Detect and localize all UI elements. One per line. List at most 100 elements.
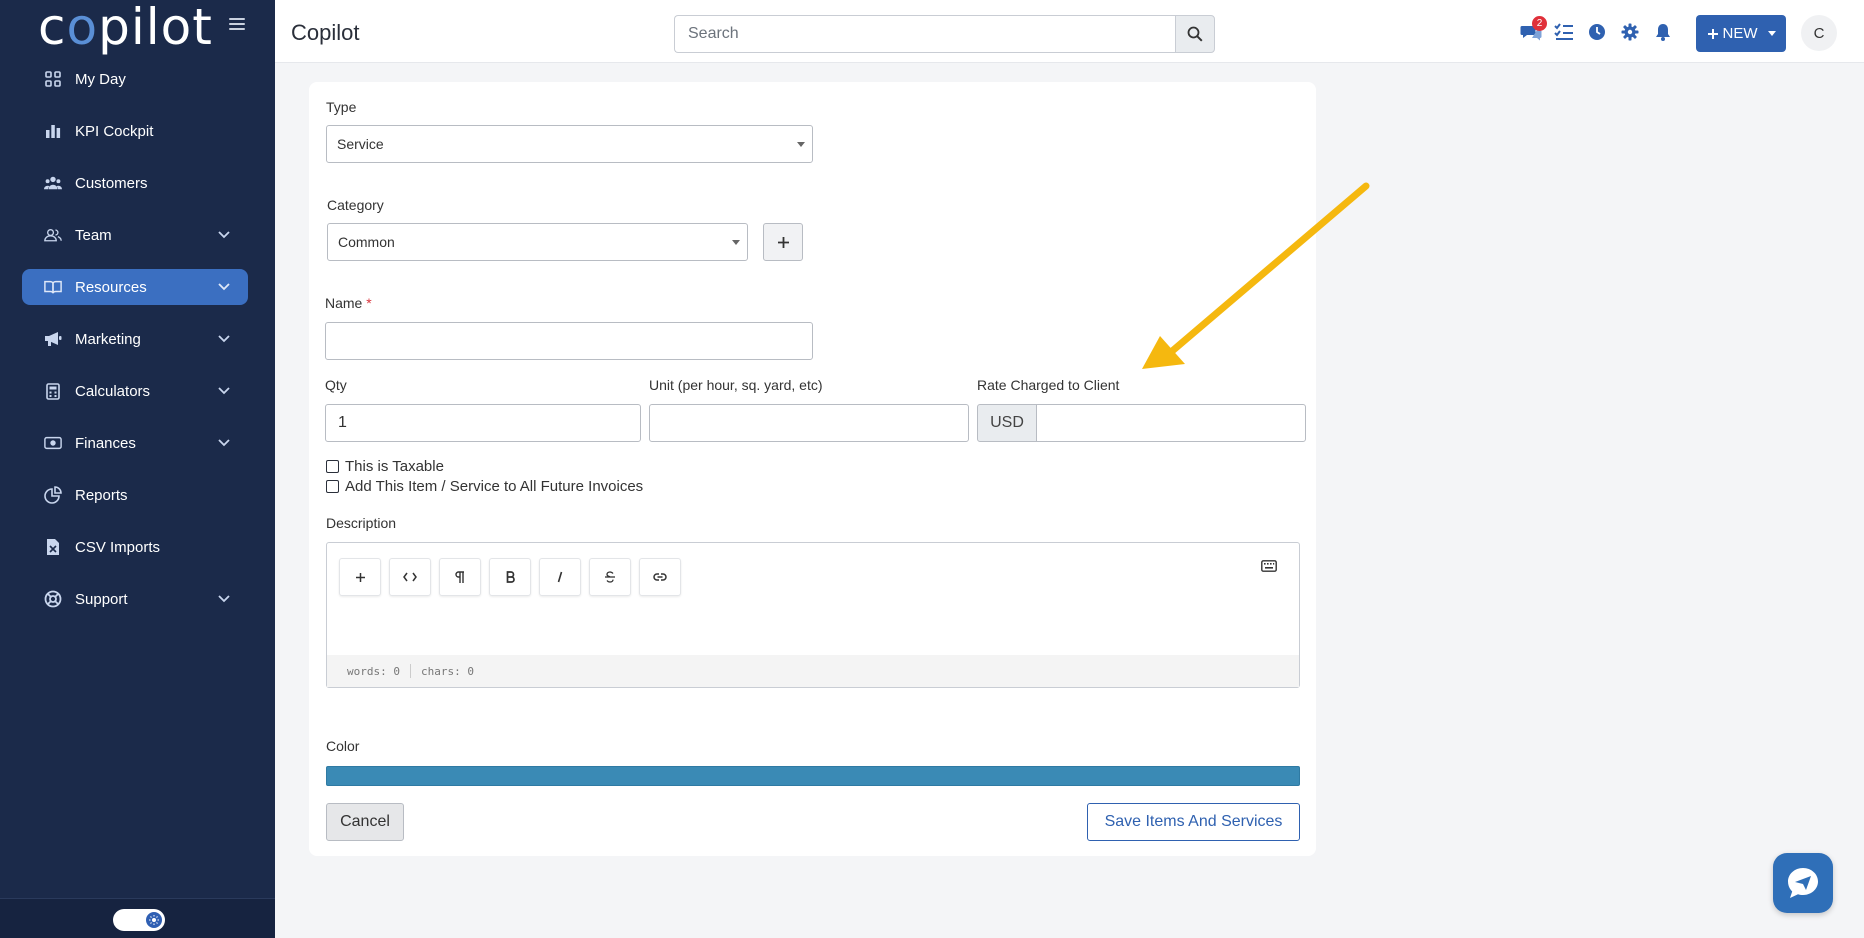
code-icon [403,572,417,582]
chevron-down-icon [218,595,230,603]
save-button[interactable]: Save Items And Services [1087,803,1300,841]
description-editor[interactable]: words: 0 chars: 0 [326,542,1300,688]
sidebar-item-my-day[interactable]: My Day [22,61,248,97]
sidebar-item-support[interactable]: Support [22,581,248,617]
taxable-checkbox[interactable] [326,460,339,473]
qty-input[interactable] [325,404,641,442]
qty-label: Qty [325,377,347,393]
rate-label: Rate Charged to Client [977,377,1120,393]
plus-icon [355,572,365,582]
plus-icon [777,236,789,248]
bold-button[interactable] [489,558,531,596]
sidebar-item-team[interactable]: Team [22,217,248,253]
sidebar-item-kpi-cockpit[interactable]: KPI Cockpit [22,113,248,149]
editor-status-bar: words: 0 chars: 0 [327,655,1299,687]
page-title: Copilot [291,20,360,45]
sidebar-nav: My Day KPI Cockpit Customers Team Resour… [22,61,248,633]
word-count: words: 0 [347,664,400,678]
keyboard-icon[interactable] [1261,559,1277,577]
caret-down-icon [1767,31,1776,36]
search-button[interactable] [1175,15,1215,53]
time-button[interactable] [1585,21,1608,44]
sidebar-item-label: My Day [75,70,126,88]
notifications-button[interactable] [1651,21,1674,44]
color-picker[interactable] [326,766,1300,786]
code-button[interactable] [389,558,431,596]
italic-button[interactable] [539,558,581,596]
theme-toggle[interactable] [113,909,165,931]
new-button-label: NEW [1722,25,1758,42]
chevron-down-icon [218,387,230,395]
chevron-down-icon [218,439,230,447]
scrollbar[interactable] [1852,63,1864,938]
tasks-button[interactable] [1552,21,1575,44]
cancel-button[interactable]: Cancel [326,803,404,841]
messages-badge: 2 [1532,15,1547,31]
lifebuoy-icon [44,590,62,608]
caret-down-icon [732,240,740,245]
sidebar-item-customers[interactable]: Customers [22,165,248,201]
future-invoices-label: Add This Item / Service to All Future In… [345,478,644,495]
insert-button[interactable] [339,558,381,596]
hamburger-menu-icon[interactable] [229,18,245,32]
sidebar-item-resources[interactable]: Resources [22,269,248,305]
chevron-down-icon [218,335,230,343]
sidebar-item-label: Customers [75,174,148,192]
checklist-icon [1553,23,1573,40]
rate-input[interactable] [1036,404,1306,442]
messages-button[interactable]: 2 [1519,15,1547,44]
category-select[interactable]: Common [327,223,748,261]
sidebar-item-reports[interactable]: Reports [22,477,248,513]
bar-chart-icon [44,122,62,140]
new-button[interactable]: NEW [1696,15,1786,52]
italic-icon [557,571,563,583]
sidebar-item-label: Resources [75,278,147,296]
editor-toolbar [339,558,681,596]
copilot-logo[interactable]: copilot [38,0,213,58]
megaphone-icon [44,330,62,348]
char-count: chars: 0 [420,664,474,678]
type-label: Type [326,99,357,115]
header-icons: 2 [1519,15,1674,45]
type-select[interactable]: Service [326,125,813,163]
strikethrough-button[interactable] [589,558,631,596]
calculator-icon [44,382,62,400]
book-icon [44,278,62,296]
description-label: Description [326,515,397,531]
sidebar-item-csv-imports[interactable]: CSV Imports [22,529,248,565]
settings-button[interactable] [1618,21,1641,44]
search-input[interactable] [674,15,1176,53]
money-icon [44,434,62,452]
add-category-button[interactable] [763,223,803,261]
sidebar-item-finances[interactable]: Finances [22,425,248,461]
caret-down-icon [797,142,805,147]
link-icon [653,573,667,581]
sidebar-item-label: KPI Cockpit [75,122,154,140]
color-label: Color [326,738,360,754]
future-invoices-checkbox[interactable] [326,480,339,493]
paragraph-button[interactable] [439,558,481,596]
sidebar-item-calculators[interactable]: Calculators [22,373,248,409]
bell-icon [1655,24,1670,41]
currency-addon: USD [977,404,1037,442]
sidebar-item-label: Finances [75,434,136,452]
pie-chart-icon [44,486,62,504]
taxable-checkbox-row[interactable]: This is Taxable [326,458,444,475]
sidebar-item-label: CSV Imports [75,538,161,556]
required-asterisk: * [366,295,372,311]
name-input[interactable] [325,322,813,360]
sidebar-item-label: Reports [75,486,128,504]
item-service-form: Type Service Category Common Name * Qty … [309,82,1316,856]
sidebar-item-marketing[interactable]: Marketing [22,321,248,357]
future-invoices-checkbox-row[interactable]: Add This Item / Service to All Future In… [326,478,643,495]
users-icon [44,174,62,192]
bold-icon [506,571,515,583]
unit-input[interactable] [649,404,969,442]
sidebar-footer [0,898,275,938]
link-button[interactable] [639,558,681,596]
sun-icon [146,912,162,928]
avatar[interactable]: C [1801,15,1837,51]
category-select-value: Common [338,234,395,250]
chat-widget-button[interactable] [1773,853,1833,913]
strikethrough-icon [605,571,615,583]
